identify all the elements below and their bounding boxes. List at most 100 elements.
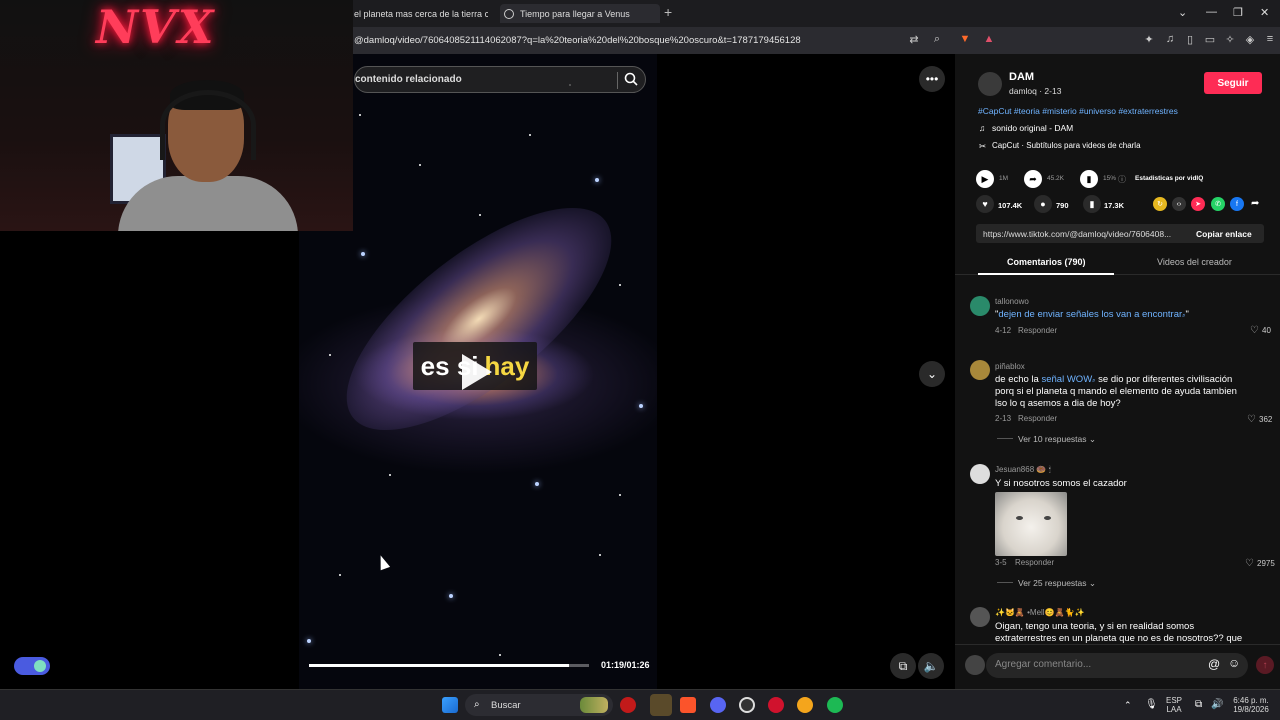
comment-user[interactable]: ✨🐱🧸 •Mell😊🧸🐈✨ — [995, 608, 1084, 617]
brave-icon[interactable] — [680, 697, 696, 713]
whatsapp-icon[interactable]: ✆ — [1211, 197, 1225, 211]
media-player-icon[interactable] — [620, 697, 636, 713]
reply-button[interactable]: Responder — [1018, 326, 1057, 335]
music-icon[interactable]: ♫ — [1163, 33, 1177, 45]
divider — [997, 438, 1013, 439]
zoom-icon[interactable]: ⌕ — [930, 33, 944, 46]
comment-like-heart-icon[interactable]: ♡ — [1245, 558, 1254, 569]
file-explorer-icon[interactable] — [650, 694, 672, 716]
comment-like-heart-icon[interactable]: ♡ — [1247, 414, 1256, 425]
tab-label: el planeta mas cerca de la tierra cuan — [354, 8, 488, 19]
app-icon[interactable] — [739, 697, 755, 713]
author-handle-date: damloq · 2-13 — [1009, 86, 1062, 96]
volume-icon[interactable]: 🔈 — [918, 653, 944, 679]
comment-icon[interactable]: ● — [1034, 195, 1052, 213]
translate-icon[interactable]: ⇄ — [907, 33, 921, 46]
maximize-icon[interactable]: ❐ — [1233, 6, 1243, 19]
hashtags[interactable]: #CapCut #teoria #misterio #universo #ext… — [978, 106, 1178, 116]
new-tab-button[interactable]: + — [664, 4, 672, 20]
windows-start-icon[interactable] — [442, 697, 458, 713]
tab-creator-videos[interactable]: Videos del creador — [1157, 257, 1232, 267]
facebook-icon[interactable]: f — [1230, 197, 1244, 211]
embed-icon[interactable]: ‹› — [1172, 197, 1186, 211]
avatar[interactable] — [970, 360, 990, 380]
view-replies-button[interactable]: Ver 10 respuestas ⌄ — [1018, 434, 1096, 445]
video-link[interactable]: https://www.tiktok.com/@damloq/video/760… — [983, 229, 1171, 239]
picture-in-picture-icon[interactable]: ⧉ — [890, 653, 916, 679]
app-icon[interactable] — [797, 697, 813, 713]
language-indicator[interactable]: ESP LAA — [1166, 696, 1182, 714]
wallet-icon[interactable]: ▭ — [1203, 33, 1217, 46]
comment-text-line3: lso lo q asemos a dia de hoy? — [995, 398, 1121, 409]
author-avatar[interactable] — [978, 72, 1002, 96]
leo-icon[interactable]: ✧ — [1223, 33, 1237, 46]
comment-date: 3-5 — [995, 558, 1007, 567]
cat-eye — [1016, 516, 1023, 520]
clock[interactable]: 6:46 p. m. 19/8/2026 — [1230, 696, 1272, 714]
comment-user[interactable]: tallonowo — [995, 297, 1029, 306]
bookmark-icon[interactable]: ▮ — [1083, 195, 1101, 213]
reply-button[interactable]: Responder — [1018, 414, 1057, 423]
comment-like-count: 2975 — [1257, 559, 1275, 568]
menu-icon[interactable]: ≡ — [1263, 33, 1277, 45]
middle-area — [657, 54, 955, 689]
chevron-down-icon[interactable]: ⌄ — [1178, 6, 1187, 19]
cat-eye — [1044, 516, 1051, 520]
send-icon[interactable]: ➤ — [1191, 197, 1205, 211]
reply-button[interactable]: Responder — [1015, 558, 1054, 567]
brave-shield-icon[interactable]: ▼ — [958, 33, 972, 45]
video-progress-bar[interactable] — [309, 664, 589, 667]
author-name[interactable]: DAM — [1009, 71, 1034, 83]
close-icon[interactable]: ✕ — [1260, 6, 1269, 19]
info-icon[interactable]: ⓘ — [1118, 174, 1126, 185]
repost-icon[interactable]: ↻ — [1153, 197, 1167, 211]
comment-like-heart-icon[interactable]: ♡ — [1250, 325, 1259, 336]
neon-sign: NVX — [96, 0, 216, 54]
comment-user[interactable]: piñablox — [995, 362, 1025, 371]
spotify-icon[interactable] — [827, 697, 843, 713]
extension-bubble[interactable] — [14, 657, 50, 675]
follow-button[interactable]: Seguir — [1204, 72, 1262, 94]
clock-date: 19/8/2026 — [1233, 705, 1269, 714]
my-avatar — [965, 655, 985, 675]
tab-comments[interactable]: Comentarios (790) — [1007, 257, 1086, 267]
language-layout: LAA — [1166, 705, 1182, 714]
more-share-icon[interactable]: ➦ — [1251, 198, 1259, 209]
tab-active-indicator — [978, 273, 1114, 275]
avatar[interactable] — [970, 607, 990, 627]
mention-icon[interactable]: @ — [1208, 657, 1220, 671]
clock-time: 6:46 p. m. — [1233, 696, 1269, 705]
search-icon[interactable] — [623, 71, 639, 87]
tab-venus[interactable]: Tiempo para llegar a Venus — [500, 4, 660, 23]
url-field[interactable]: @damloq/video/7606408521114062087?q=la%2… — [354, 35, 801, 46]
extensions-icon[interactable]: ✦ — [1142, 33, 1156, 46]
sidebar-icon[interactable]: ▯ — [1183, 33, 1197, 46]
comment-image-cat[interactable] — [995, 492, 1067, 556]
more-options-icon[interactable]: ••• — [919, 66, 945, 92]
emoji-icon[interactable]: ☺ — [1228, 656, 1240, 670]
vpn-icon[interactable]: ◈ — [1243, 33, 1257, 46]
next-video-chevron-icon[interactable]: ⌄ — [919, 361, 945, 387]
capcut-label[interactable]: CapCut · Subtítulos para videos de charl… — [992, 141, 1141, 150]
comment-input-placeholder: Agregar comentario... — [995, 659, 1092, 670]
avatar[interactable] — [970, 296, 990, 316]
tab-planeta[interactable]: el planeta mas cerca de la tierra cuan — [354, 4, 488, 23]
opera-icon[interactable] — [768, 697, 784, 713]
discord-icon[interactable] — [710, 697, 726, 713]
network-icon[interactable]: ⧉ — [1195, 699, 1202, 710]
chevron-up-icon[interactable]: ⌃ — [1124, 700, 1132, 711]
microphone-icon[interactable]: 🎙 — [1145, 699, 1158, 710]
comment-user[interactable]: Jesuan868 🍩 🕯 — [995, 465, 1051, 475]
copy-link-button[interactable]: Copiar enlace — [1196, 229, 1252, 239]
view-replies-button[interactable]: Ver 25 respuestas ⌄ — [1018, 578, 1096, 589]
brave-rewards-icon[interactable]: ▲ — [982, 33, 996, 45]
play-icon[interactable] — [462, 354, 492, 390]
volume-icon[interactable]: 🔊 — [1211, 699, 1223, 710]
send-comment-button[interactable]: ↑ — [1256, 656, 1274, 674]
related-content-search[interactable]: contenido relacionado — [354, 66, 646, 93]
sound-label[interactable]: sonido original - DAM — [992, 123, 1073, 133]
video-time: 01:19/01:26 — [601, 660, 650, 670]
avatar[interactable] — [970, 464, 990, 484]
minimize-icon[interactable]: — — [1206, 6, 1217, 18]
like-heart-icon[interactable]: ♥ — [976, 195, 994, 213]
